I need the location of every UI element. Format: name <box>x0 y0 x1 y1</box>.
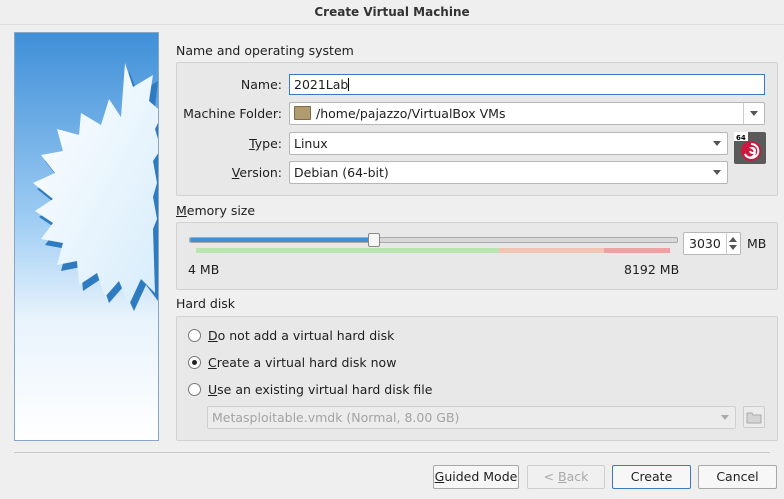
radio-existing-disk[interactable] <box>188 383 201 396</box>
machine-folder-value: /home/pajazzo/VirtualBox VMs <box>316 106 506 121</box>
existing-disk-combo: Metasploitable.vmdk (Normal, 8.00 GB) <box>207 406 736 429</box>
type-value: Linux <box>294 136 328 151</box>
memory-zone-danger <box>603 248 670 253</box>
memory-slider[interactable] <box>189 233 678 247</box>
memory-zone-warning <box>499 248 604 253</box>
folder-open-icon <box>746 412 762 424</box>
memory-spin-buttons[interactable] <box>726 233 740 254</box>
type-combo[interactable]: Linux <box>289 132 728 155</box>
spin-up-icon[interactable] <box>729 237 737 242</box>
window-title: Create Virtual Machine <box>314 5 470 19</box>
radio-no-disk[interactable] <box>188 329 201 342</box>
version-combo[interactable]: Debian (64-bit) <box>289 161 728 184</box>
debian-os-icon: 64 <box>734 132 766 164</box>
create-button[interactable]: Create <box>612 465 691 489</box>
machine-folder-label: Machine Folder: <box>183 106 282 121</box>
chevron-down-icon <box>750 111 758 116</box>
memory-max-label: 8192 MB <box>624 262 680 277</box>
text-cursor <box>348 78 350 91</box>
guided-mode-button[interactable]: Guided Mode <box>433 465 519 489</box>
radio-no-disk-label[interactable]: Do not add a virtual hard disk <box>208 328 394 343</box>
name-input[interactable]: 2021Lab <box>289 74 765 95</box>
version-value: Debian (64-bit) <box>294 165 389 180</box>
os-64bit-badge: 64 <box>736 134 746 142</box>
memory-zone-recommended <box>196 248 500 253</box>
memory-range-zones <box>196 248 670 253</box>
hard-disk-section-label: Hard disk <box>176 296 236 311</box>
radio-create-disk-label[interactable]: Create a virtual hard disk now <box>208 355 396 370</box>
version-label: Version: <box>231 165 282 180</box>
type-label: Type: <box>249 136 282 151</box>
memory-slider-handle[interactable] <box>367 233 380 247</box>
choose-disk-file-button <box>743 406 765 428</box>
wizard-watermark-image <box>14 32 159 441</box>
chevron-down-icon <box>721 415 729 420</box>
machine-folder-dropdown-button[interactable] <box>743 103 764 124</box>
chevron-down-icon <box>713 141 721 146</box>
spin-down-icon[interactable] <box>729 245 737 250</box>
back-button[interactable]: < Back <box>527 465 605 489</box>
name-label: Name: <box>240 77 282 92</box>
memory-spinbox[interactable]: 3030 <box>683 232 741 255</box>
radio-create-disk[interactable] <box>188 356 201 369</box>
memory-min-label: 4 MB <box>188 262 220 277</box>
footer-divider <box>14 452 770 453</box>
memory-section-label: Memory size <box>176 203 256 218</box>
radio-existing-disk-label[interactable]: Use an existing virtual hard disk file <box>208 382 432 397</box>
machine-folder-combo[interactable]: /home/pajazzo/VirtualBox VMs <box>289 102 765 125</box>
starburst-graphic <box>15 33 158 440</box>
memory-unit: MB <box>747 236 767 251</box>
folder-icon <box>294 106 311 120</box>
title-bar: Create Virtual Machine <box>0 0 784 25</box>
existing-disk-value: Metasploitable.vmdk (Normal, 8.00 GB) <box>212 410 460 425</box>
cancel-button[interactable]: Cancel <box>698 465 777 489</box>
memory-slider-fill <box>190 238 373 242</box>
memory-value: 3030 <box>689 236 721 251</box>
chevron-down-icon <box>713 170 721 175</box>
name-input-value: 2021Lab <box>294 77 349 92</box>
name-os-section-label: Name and operating system <box>176 43 354 58</box>
